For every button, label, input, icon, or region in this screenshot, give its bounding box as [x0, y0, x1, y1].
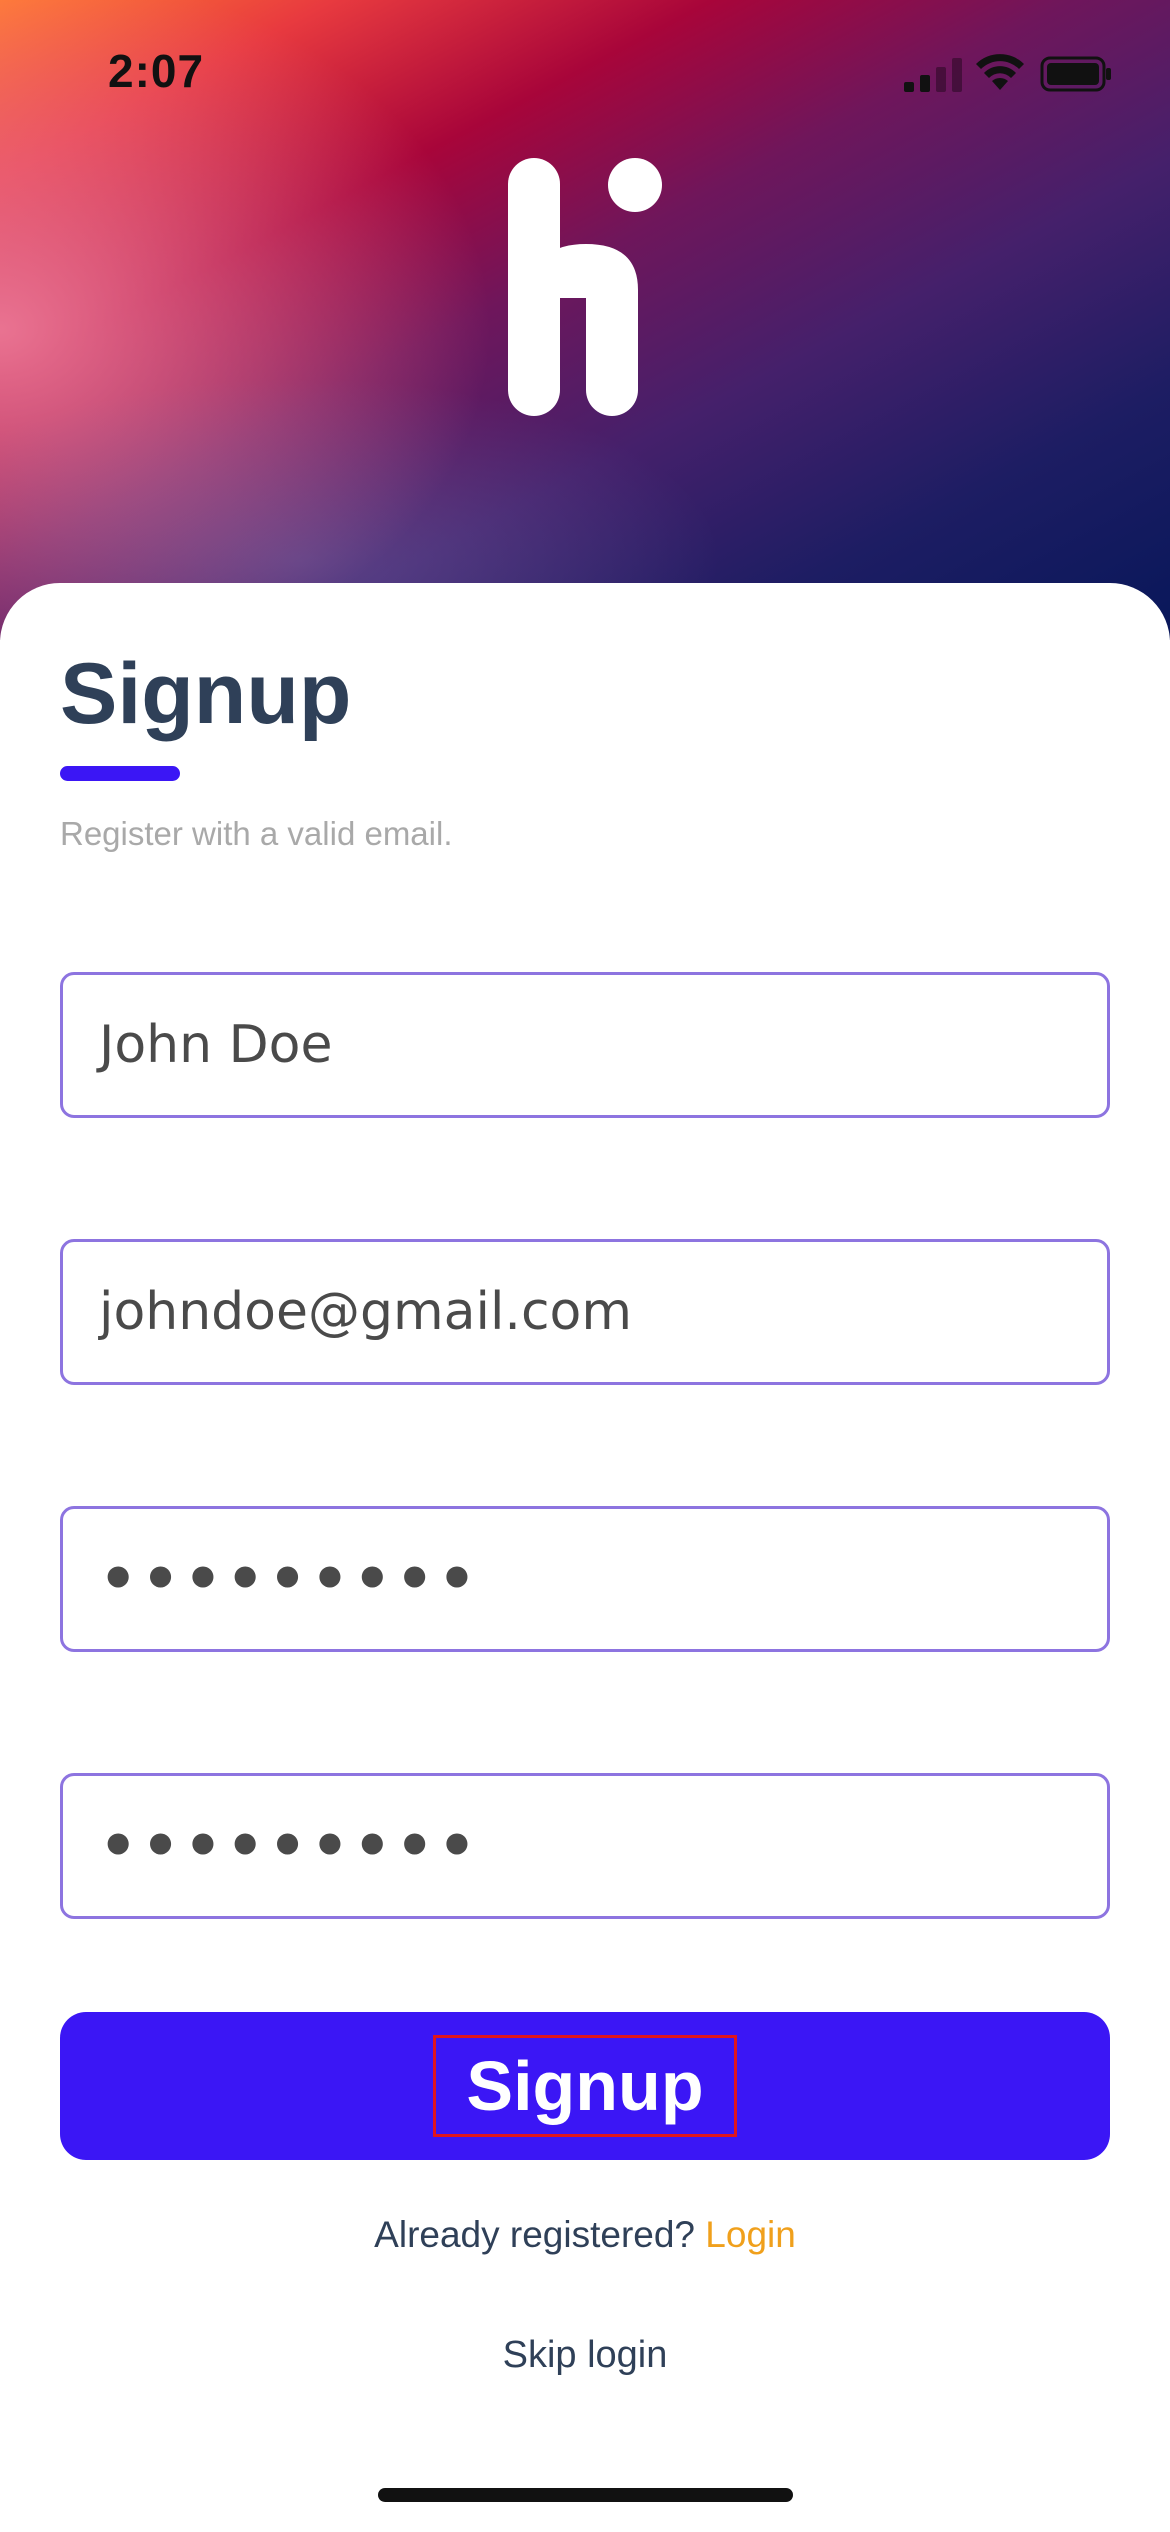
- already-registered-text: Already registered?: [374, 2214, 696, 2255]
- title-underline: [60, 766, 180, 781]
- name-field[interactable]: John Doe: [60, 972, 1110, 1118]
- already-registered-row: Already registered? Login: [0, 2214, 1170, 2256]
- home-indicator[interactable]: [378, 2488, 793, 2502]
- confirm-password-field[interactable]: •••••••••: [60, 1773, 1110, 1919]
- battery-icon: [1040, 56, 1111, 92]
- wifi-icon: [976, 54, 1024, 90]
- signup-button-label: Signup: [433, 2035, 737, 2137]
- status-bar: 2:07: [0, 0, 1170, 150]
- email-field[interactable]: johndoe@gmail.com: [60, 1239, 1110, 1385]
- password-field[interactable]: •••••••••: [60, 1506, 1110, 1652]
- page-subtitle: Register with a valid email.: [60, 815, 453, 852]
- signup-card: Signup Register with a valid email. John…: [0, 583, 1170, 2532]
- cellular-signal-icon: [904, 58, 962, 92]
- page-title: Signup: [60, 646, 352, 742]
- signup-button[interactable]: Signup: [60, 2012, 1110, 2160]
- skip-login-link[interactable]: Skip login: [0, 2334, 1170, 2377]
- status-time: 2:07: [108, 45, 205, 97]
- login-link[interactable]: Login: [705, 2214, 796, 2255]
- app-logo-icon: [508, 158, 662, 416]
